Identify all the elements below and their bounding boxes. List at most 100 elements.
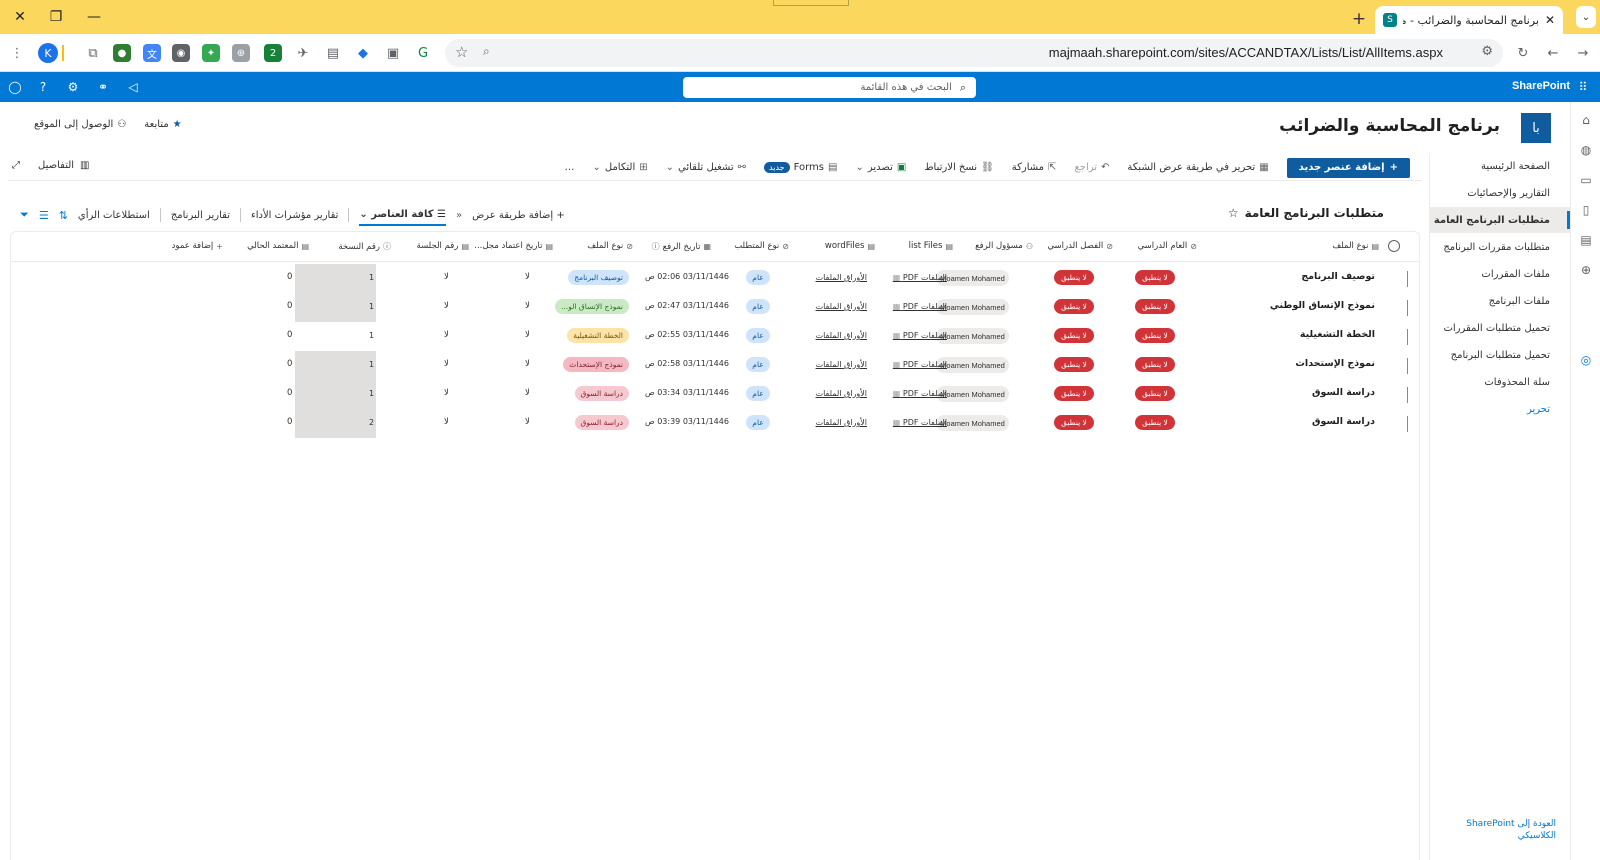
app-launcher-icon[interactable]: ⠿ <box>1574 78 1592 96</box>
view-tab-program-reports[interactable]: تقارير البرنامج <box>171 210 230 221</box>
extension-translate-icon[interactable]: 文 <box>143 44 161 62</box>
row-title[interactable]: توصيف البرنامج <box>1301 271 1375 282</box>
version-cell[interactable]: 1 <box>295 380 376 409</box>
extension-cap-icon[interactable]: ◆ <box>352 42 374 64</box>
word-files-link[interactable]: الأوراق الملفات <box>816 331 867 340</box>
nav-item-program-files[interactable]: ملفات البرنامج <box>1429 288 1570 314</box>
word-files-link[interactable]: الأوراق الملفات <box>816 360 867 369</box>
version-cell[interactable]: 2 <box>295 409 376 438</box>
list-files-link[interactable]: الملفات PDF ▦ <box>893 302 947 311</box>
sort-icon[interactable]: ⇅ <box>59 209 68 222</box>
minimize-window-icon[interactable]: — <box>74 0 114 34</box>
column-header-current-approver[interactable]: ▤ المعتمد الحالي <box>247 241 309 251</box>
site-title[interactable]: برنامج المحاسبة والضرائب <box>1279 116 1500 136</box>
version-cell[interactable]: 1 <box>295 322 376 351</box>
settings-icon[interactable]: ⚙ <box>64 78 82 96</box>
new-item-button[interactable]: + إضافة عنصر جديد <box>1286 157 1410 178</box>
table-row[interactable]: الخطة التشغيلية لا ينطبق لا ينطبق Moamen Mo… <box>11 322 1419 351</box>
nav-item-upload-course-req[interactable]: تحميل متطلبات المقررات <box>1429 315 1570 341</box>
table-row[interactable]: توصيف البرنامج لا ينطبق لا ينطبق Moamen Moh… <box>11 264 1419 293</box>
column-header-title[interactable]: ▤ نوع الملف <box>1332 241 1379 251</box>
site-logo[interactable]: با <box>1521 113 1551 143</box>
table-row[interactable]: نموذج الإستحداث لا ينطبق لا ينطبق Moamen Mo… <box>11 351 1419 380</box>
list-files-link[interactable]: الملفات PDF ▦ <box>893 360 947 369</box>
extension-screen-icon[interactable]: ▣ <box>382 42 404 64</box>
export-button[interactable]: ▣ تصدير ⌄ <box>855 162 906 173</box>
reload-icon[interactable]: ↻ <box>1512 42 1534 64</box>
nav-item-course-requirements[interactable]: متطلبات مقررات البرنامج <box>1429 234 1570 260</box>
filter-icon[interactable]: ⏷ <box>20 208 29 222</box>
version-cell[interactable]: 1 <box>295 351 376 380</box>
view-tab-kpi-reports[interactable]: تقارير مؤشرات الأداء <box>251 210 338 221</box>
nav-item-upload-program-req[interactable]: تحميل متطلبات البرنامج <box>1429 342 1570 368</box>
help-icon[interactable]: ? <box>34 78 52 96</box>
lists-icon[interactable]: ▤ <box>1578 232 1594 248</box>
column-header-word-files[interactable]: ▤ wordFiles <box>825 241 875 251</box>
nav-item-course-files[interactable]: ملفات المقررات <box>1429 261 1570 287</box>
column-header-file-type[interactable]: ⊘ نوع الملف <box>587 241 633 251</box>
column-header-uploader[interactable]: ⚇ مسؤول الرفع <box>975 241 1033 251</box>
undo-button[interactable]: ↶ تراجع <box>1074 162 1109 173</box>
nav-item-general-requirements[interactable]: متطلبات البرنامج العامة <box>1429 207 1570 233</box>
automate-button[interactable]: ⚯ تشغيل تلقائي ⌄ <box>666 162 746 173</box>
extension-vpn-icon[interactable]: ◉ <box>172 44 190 62</box>
select-all-checkbox[interactable] <box>1388 240 1400 252</box>
zoom-icon[interactable]: ⌕ <box>483 44 490 59</box>
bookmark-star-icon[interactable]: ☆ <box>455 43 468 61</box>
column-header-upload-date[interactable]: ▦ تاريخ الرفع ⓘ <box>652 241 711 252</box>
extension-globe-icon[interactable]: ● <box>113 44 131 62</box>
column-header-req-type[interactable]: ⊘ نوع المتطلب <box>734 241 789 251</box>
row-title[interactable]: دراسة السوق <box>1312 416 1375 427</box>
nav-item-edit[interactable]: تحرير <box>1429 396 1570 422</box>
drag-handle[interactable] <box>773 0 849 6</box>
profile-avatar[interactable]: K <box>38 43 58 63</box>
list-files-link[interactable]: الملفات PDF ▦ <box>893 418 947 427</box>
version-cell[interactable]: 1 <box>295 264 376 293</box>
nav-item-recycle-bin[interactable]: سلة المحذوفات <box>1429 369 1570 395</box>
new-tab-button[interactable]: + <box>1348 8 1370 30</box>
expand-icon[interactable]: ⤢ <box>12 160 20 171</box>
globe-icon[interactable]: ◍ <box>1578 142 1594 158</box>
copilot-icon[interactable]: ◎ <box>1578 352 1594 368</box>
details-pane-button[interactable]: ⤢ التفاصيل ▥ <box>12 160 89 171</box>
news-icon[interactable]: ▭ <box>1578 172 1594 188</box>
row-title[interactable]: نموذج الإتساق الوطني <box>1270 300 1375 311</box>
browser-tab[interactable]: S برنامج المحاسبة والضرائب - متطل ✕ <box>1375 6 1563 34</box>
word-files-link[interactable]: الأوراق الملفات <box>816 418 867 427</box>
nav-item-home[interactable]: الصفحة الرئيسية <box>1429 153 1570 179</box>
url-text[interactable]: majmaah.sharepoint.com/sites/ACCANDTAX/L… <box>1049 45 1443 60</box>
share-button[interactable]: ⇱ مشاركة <box>1012 162 1057 173</box>
add-column-button[interactable]: + إضافة عمود <box>172 241 223 251</box>
address-bar[interactable]: ☆ ⌕ majmaah.sharepoint.com/sites/ACCANDT… <box>445 39 1503 67</box>
follow-button[interactable]: ★ متابعة <box>144 119 181 130</box>
column-header-approval-date[interactable]: ▤ تاريخ اعتماد مجل... <box>474 241 553 251</box>
back-icon[interactable]: ← <box>1542 42 1564 64</box>
forms-button[interactable]: ▤ Forms جديد <box>764 162 837 173</box>
document-icon[interactable]: ▯ <box>1578 202 1594 218</box>
list-title[interactable]: متطلبات البرنامج العامة ☆ <box>1228 206 1384 220</box>
extensions-icon[interactable]: ⧉ <box>82 42 104 64</box>
extension-grammarly-icon[interactable]: G <box>412 42 434 64</box>
forward-icon[interactable]: → <box>1572 42 1594 64</box>
close-window-icon[interactable]: ✕ <box>0 0 40 34</box>
account-icon[interactable]: ◯ <box>6 78 24 96</box>
site-access-button[interactable]: ⚇ الوصول إلى الموقع <box>34 119 126 130</box>
list-files-link[interactable]: الملفات PDF ▦ <box>893 389 947 398</box>
column-header-list-files[interactable]: ▤ list Files <box>909 241 953 251</box>
nav-item-reports[interactable]: التقارير والإحصائيات <box>1429 180 1570 206</box>
favorite-star-icon[interactable]: ☆ <box>1228 206 1239 220</box>
extension-card-icon[interactable]: ▤ <box>322 42 344 64</box>
version-cell[interactable]: 1 <box>295 293 376 322</box>
restore-window-icon[interactable]: ❐ <box>36 0 76 34</box>
menu-icon[interactable]: ⋮ <box>6 42 28 64</box>
tab-close-icon[interactable]: ✕ <box>1545 13 1555 27</box>
create-icon[interactable]: ⊕ <box>1578 262 1594 278</box>
extension-puzzle-icon[interactable]: ✦ <box>202 44 220 62</box>
list-search-box[interactable]: ⌕ البحث في هذه القائمة <box>683 77 976 98</box>
view-tab-all-items[interactable]: ☰ كافة العناصر ⌄ <box>359 209 446 226</box>
column-header-semester[interactable]: ⊘ الفصل الدراسي <box>1047 241 1113 251</box>
table-row[interactable]: نموذج الإتساق الوطني لا ينطبق لا ينطبق Moam… <box>11 293 1419 322</box>
integrate-button[interactable]: ⊞ التكامل ⌄ <box>592 162 647 173</box>
word-files-link[interactable]: الأوراق الملفات <box>816 302 867 311</box>
list-files-link[interactable]: الملفات PDF ▦ <box>893 331 947 340</box>
